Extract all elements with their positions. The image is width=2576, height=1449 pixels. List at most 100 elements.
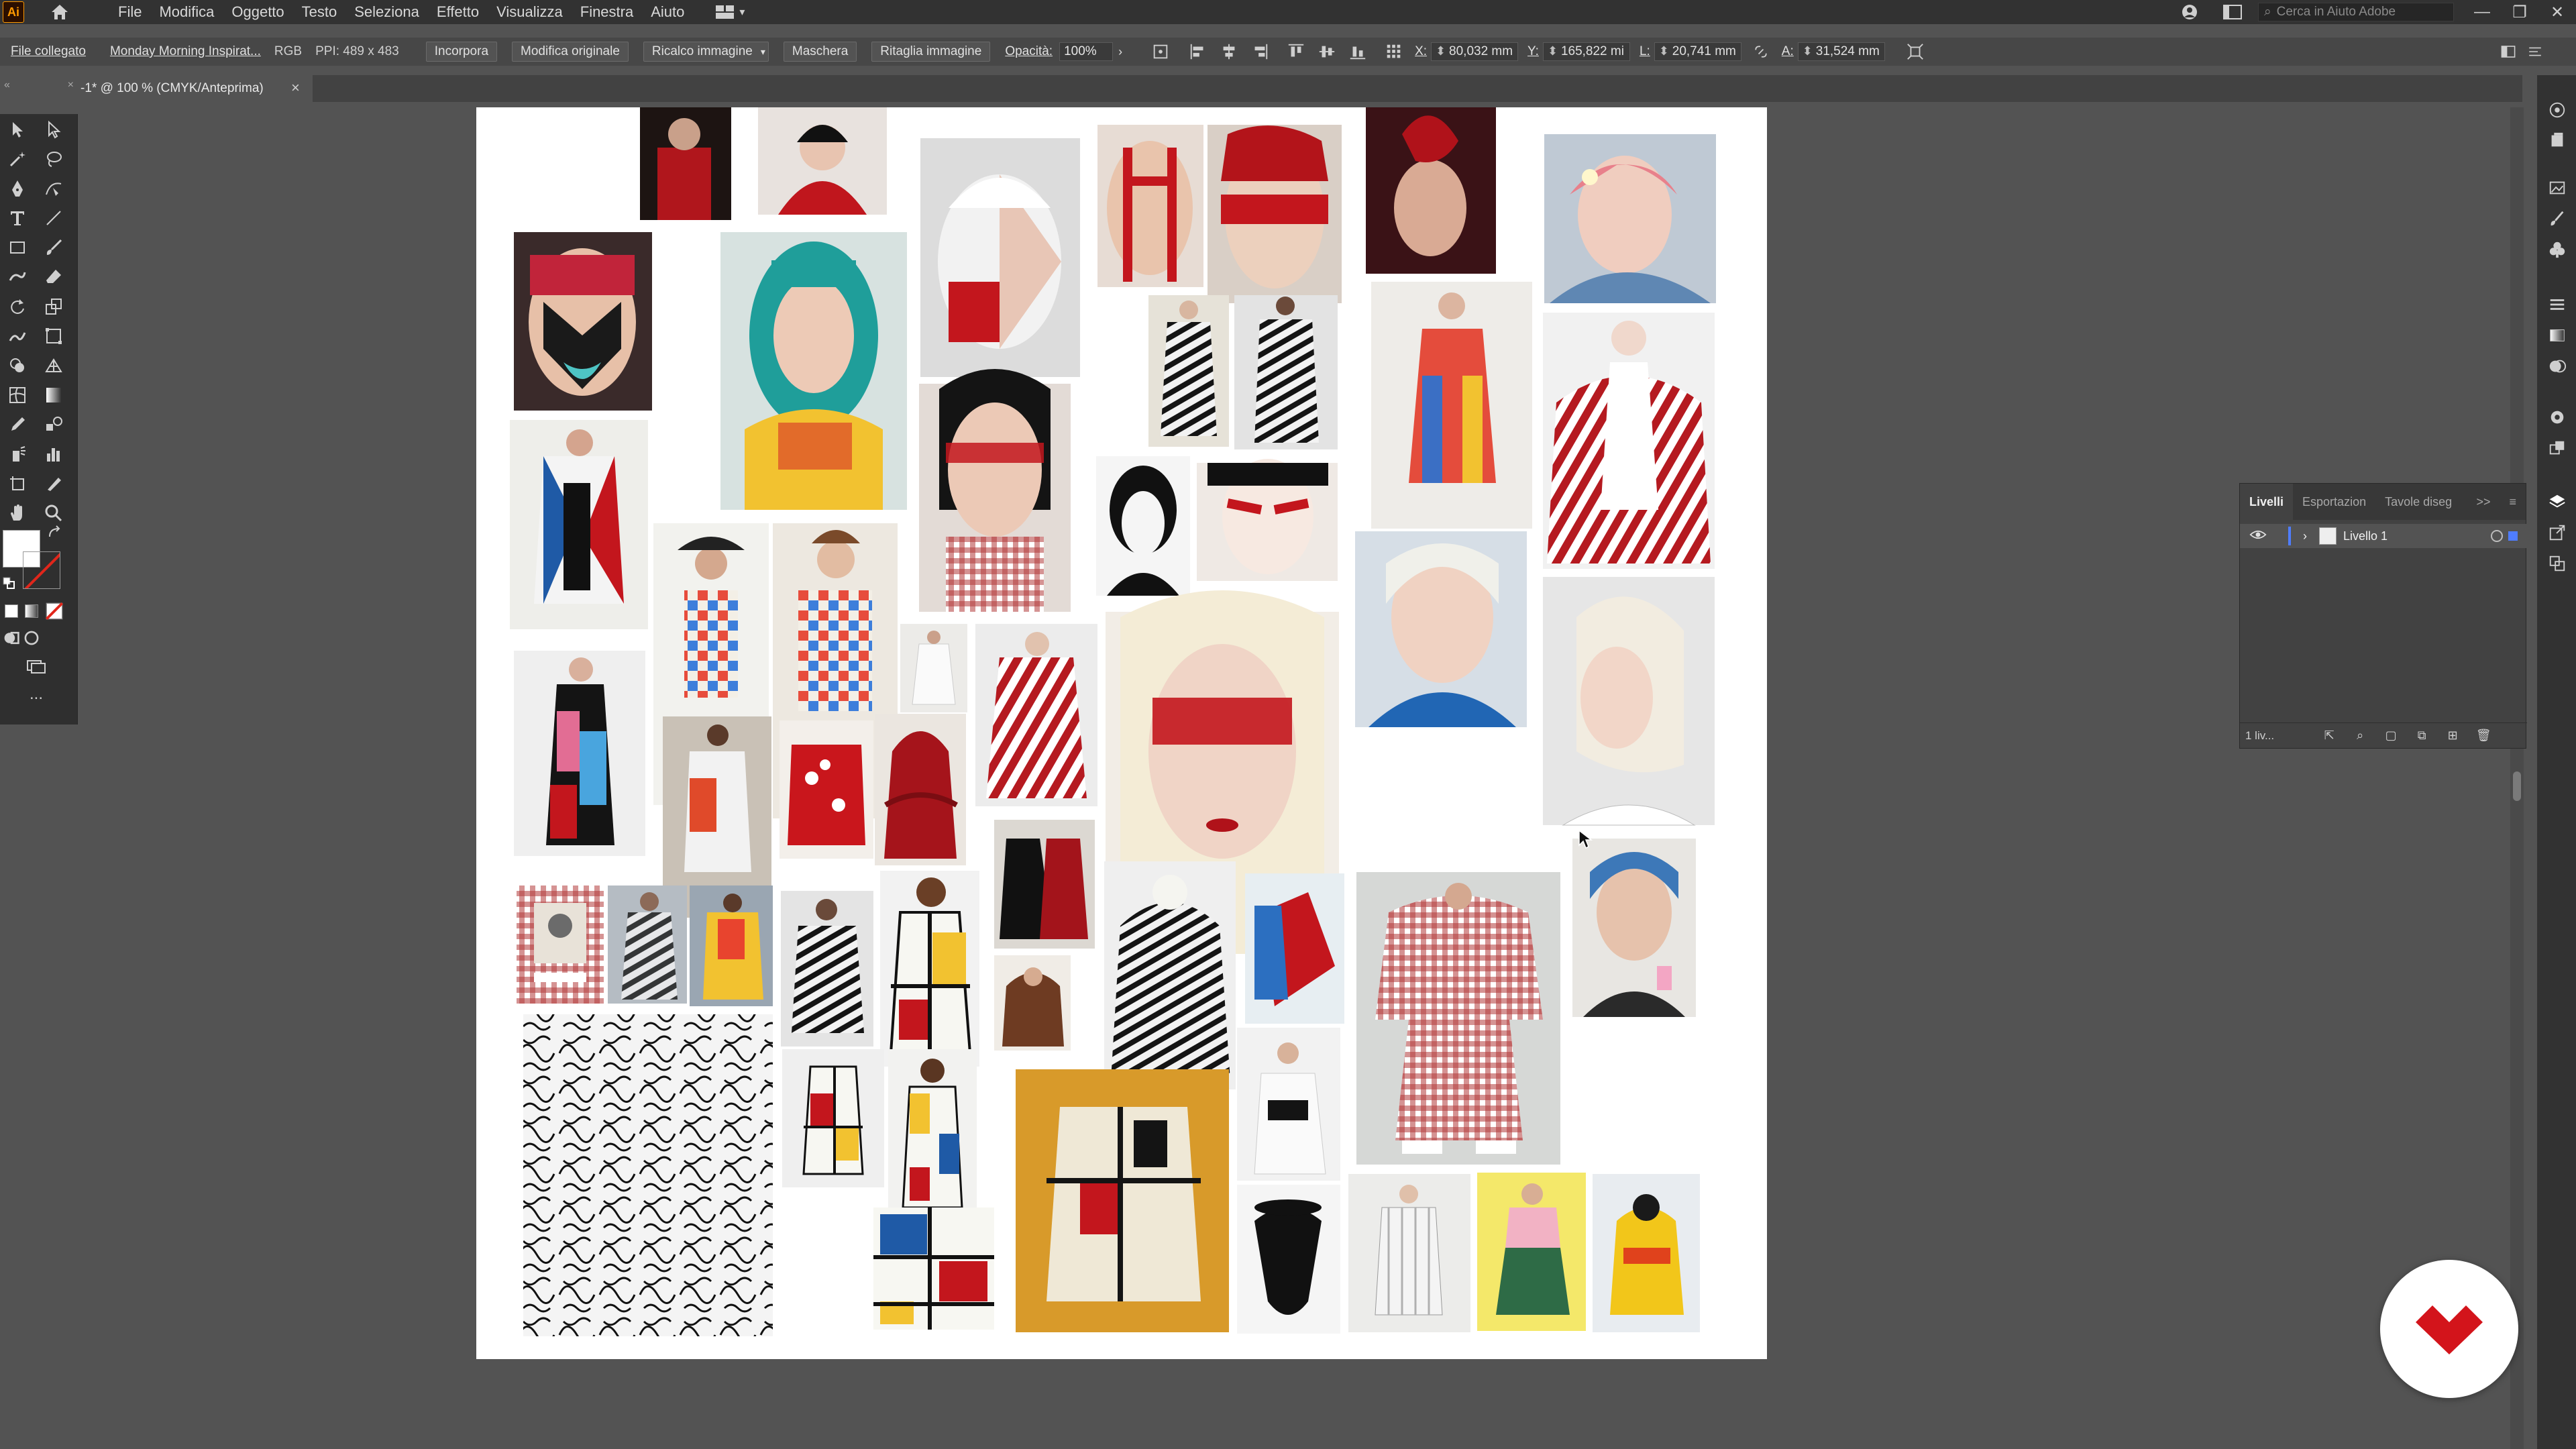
layer-row[interactable]: › Livello 1 bbox=[2240, 524, 2527, 548]
width-field[interactable]: 20,741 mm bbox=[1654, 42, 1741, 61]
photo-colorful-panel-coat[interactable] bbox=[510, 420, 648, 629]
photo-pink-hair-denim[interactable] bbox=[1544, 134, 1716, 303]
lasso-tool[interactable] bbox=[40, 146, 67, 172]
double-chevron-icon[interactable]: « bbox=[4, 79, 10, 93]
photo-half-white-face[interactable] bbox=[920, 138, 1080, 377]
swap-fill-stroke-icon[interactable] bbox=[47, 525, 63, 541]
photo-red-eye-shadow-bob[interactable] bbox=[919, 369, 1071, 612]
slice-tool[interactable] bbox=[40, 471, 67, 496]
stroke-color-swatch[interactable] bbox=[23, 551, 60, 589]
photo-red-blue-draped-garment[interactable] bbox=[1245, 873, 1344, 1024]
close-icon[interactable]: × bbox=[291, 79, 300, 97]
draw-normal-icon[interactable] bbox=[3, 629, 20, 647]
align-top-icon[interactable] bbox=[1285, 42, 1307, 62]
expand-icon[interactable] bbox=[1904, 42, 1927, 62]
minimize-button[interactable]: — bbox=[2463, 0, 2501, 24]
transform-grid-icon[interactable] bbox=[1383, 42, 1405, 62]
workspace-switcher[interactable]: ▾ bbox=[715, 3, 751, 21]
menu-object[interactable]: Oggetto bbox=[231, 3, 284, 21]
align-right-icon[interactable] bbox=[1248, 42, 1271, 62]
crop-image-button[interactable]: Ritaglia immagine bbox=[871, 42, 991, 62]
maximize-button[interactable]: ❐ bbox=[2501, 0, 2538, 24]
photo-mondrian-dress-yellow[interactable] bbox=[880, 871, 979, 1067]
artboards-icon[interactable] bbox=[2546, 553, 2568, 574]
shape-builder-tool[interactable] bbox=[4, 353, 31, 378]
menu-select[interactable]: Seleziona bbox=[354, 3, 419, 21]
photo-red-hood-bob[interactable] bbox=[758, 107, 887, 215]
tab-artboards[interactable]: Tavole diseg bbox=[2375, 484, 2461, 520]
home-icon[interactable] bbox=[48, 2, 71, 22]
stroke-icon[interactable] bbox=[2546, 294, 2568, 315]
photo-pink-green-outfit-yellow[interactable] bbox=[1477, 1173, 1586, 1331]
photo-yellow-outfit-crouch[interactable] bbox=[1593, 1174, 1700, 1332]
photo-striped-cape-white-hair[interactable] bbox=[1104, 861, 1236, 1089]
mesh-tool[interactable] bbox=[4, 382, 31, 408]
panel-menu-icon[interactable] bbox=[2524, 42, 2546, 62]
rotate-tool[interactable] bbox=[4, 294, 31, 319]
symbols-icon[interactable] bbox=[2546, 239, 2568, 260]
arrange-panels-icon[interactable] bbox=[2497, 42, 2520, 62]
eraser-tool[interactable] bbox=[40, 264, 67, 290]
photo-geometric-face-paint[interactable] bbox=[514, 232, 652, 411]
toolbar-collapse-icon[interactable]: «× bbox=[0, 79, 78, 93]
gradient-tool[interactable] bbox=[40, 382, 67, 408]
draw-behind-icon[interactable] bbox=[23, 629, 40, 647]
embed-button[interactable]: Incorpora bbox=[425, 42, 498, 62]
photo-red-headpiece[interactable] bbox=[1366, 107, 1496, 274]
mask-button[interactable]: Maschera bbox=[783, 42, 857, 62]
paintbrush-tool[interactable] bbox=[40, 235, 67, 260]
brushes-icon[interactable] bbox=[2546, 208, 2568, 229]
image-trace-icon[interactable] bbox=[2546, 177, 2568, 199]
photo-teal-hair[interactable] bbox=[720, 232, 907, 510]
photo-flamenco-dresses[interactable] bbox=[994, 820, 1095, 949]
y-field[interactable]: 165,822 mi bbox=[1542, 42, 1630, 61]
asset-export-icon[interactable] bbox=[2546, 522, 2568, 543]
opacity-field[interactable]: 100% bbox=[1059, 42, 1114, 61]
photo-blue-hair-portrait[interactable] bbox=[1572, 839, 1696, 1017]
menu-window[interactable]: Finestra bbox=[580, 3, 633, 21]
photo-red-gingham-oversize-outfit[interactable] bbox=[1356, 872, 1560, 1165]
perspective-grid-tool[interactable] bbox=[40, 353, 67, 378]
vertical-scrollbar[interactable] bbox=[2510, 107, 2524, 1449]
tab-layers[interactable]: Livelli bbox=[2240, 484, 2294, 520]
photo-red-eyes-geisha[interactable] bbox=[1197, 459, 1338, 581]
transparency-icon[interactable] bbox=[2546, 356, 2568, 377]
gradient-panel-icon[interactable] bbox=[2546, 325, 2568, 346]
close-button[interactable]: ✕ bbox=[2538, 0, 2576, 24]
photo-gingham-portrait-frame[interactable] bbox=[517, 885, 604, 1004]
appearance-icon[interactable] bbox=[2546, 407, 2568, 428]
photo-mondrian-mannequin-dress[interactable] bbox=[782, 1049, 884, 1187]
photo-small-white-dress[interactable] bbox=[900, 624, 967, 712]
layer-selection-indicator[interactable] bbox=[2508, 531, 2518, 541]
eyedropper-tool[interactable] bbox=[4, 412, 31, 437]
close-icon[interactable]: × bbox=[68, 79, 74, 93]
rectangle-tool[interactable] bbox=[4, 235, 31, 260]
photo-street-style-printed-coat[interactable] bbox=[781, 891, 873, 1046]
panel-menu-icon[interactable]: ≡ bbox=[2500, 484, 2526, 520]
arrange-documents-icon[interactable] bbox=[2218, 0, 2247, 24]
photo-street-style-colorful[interactable] bbox=[690, 885, 773, 1006]
free-transform-tool[interactable] bbox=[40, 323, 67, 349]
direct-selection-tool[interactable] bbox=[40, 117, 67, 142]
scale-tool[interactable] bbox=[40, 294, 67, 319]
properties-icon[interactable] bbox=[2546, 99, 2568, 121]
photo-striped-suit-figure[interactable] bbox=[1234, 295, 1338, 449]
align-center-icon[interactable] bbox=[1218, 42, 1240, 62]
artboard[interactable] bbox=[476, 107, 1767, 1359]
make-clipping-mask-icon[interactable]: ▢ bbox=[2383, 728, 2399, 744]
linked-file-link[interactable]: File collegato bbox=[11, 44, 86, 59]
menu-help[interactable]: Aiuto bbox=[651, 3, 684, 21]
photo-striped-coat-figure[interactable] bbox=[1148, 295, 1229, 447]
photo-red-band-eyes[interactable] bbox=[1208, 125, 1342, 303]
graphic-styles-icon[interactable] bbox=[2546, 437, 2568, 459]
photo-red-ruffle-dress[interactable] bbox=[875, 714, 966, 865]
image-trace-button[interactable]: Ricalco immagine ▾ bbox=[643, 42, 769, 62]
photo-mondrian-dress-model[interactable] bbox=[514, 651, 645, 856]
photo-mondrian-kimono-jacket[interactable] bbox=[1016, 1069, 1229, 1332]
photo-striped-wrap-dress[interactable] bbox=[975, 624, 1097, 806]
photo-silver-bob-blue-jacket[interactable] bbox=[1355, 531, 1527, 727]
line-tool[interactable] bbox=[40, 205, 67, 231]
photo-red-white-striped-kimono[interactable] bbox=[1543, 313, 1715, 569]
locate-object-icon[interactable]: ⌕ bbox=[2352, 728, 2368, 744]
color-mode-icon[interactable] bbox=[3, 602, 20, 620]
